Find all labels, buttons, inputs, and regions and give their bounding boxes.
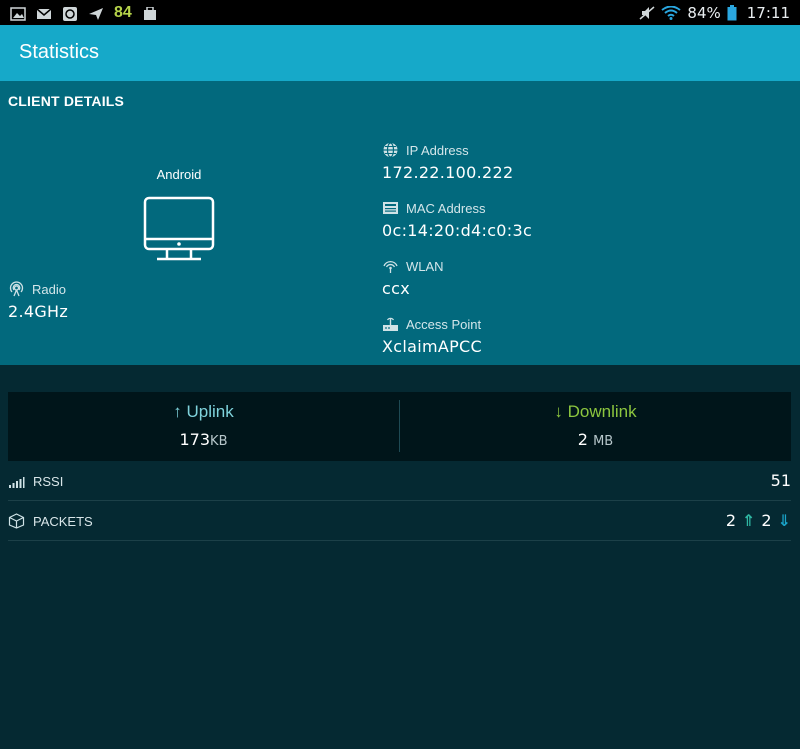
battery-percent: 84%	[687, 3, 721, 22]
uplink-label: ↑ Uplink	[173, 402, 234, 421]
packets-value: 2 ⇑ 2 ⇓	[726, 511, 791, 530]
uplink-arrow-icon: ↑	[173, 402, 182, 421]
wifi-icon	[661, 5, 682, 20]
downlink-label: ↓ Downlink	[554, 402, 637, 421]
access-point-field: Access Point XclaimAPCC	[382, 316, 482, 357]
radio-antenna-icon	[8, 281, 25, 297]
packets-down-arrow-icon: ⇓	[777, 511, 791, 530]
ip-address-label: IP Address	[406, 142, 469, 158]
access-point-value: XclaimAPCC	[382, 337, 482, 356]
wlan-signal-icon	[382, 258, 399, 274]
section-title: CLIENT DETAILS	[8, 93, 125, 109]
device-name: Android	[156, 167, 202, 182]
radio-field: Radio 2.4GHz	[8, 281, 68, 321]
packets-up-arrow-icon: ⇑	[742, 511, 756, 530]
downlink-stat: ↓ Downlink 2 MB	[400, 392, 791, 461]
bag-icon	[142, 5, 158, 20]
status-bar-notifications: 84	[10, 0, 158, 25]
signal-bars-icon	[8, 473, 25, 489]
status-bar: 84 84% 17:11	[0, 0, 800, 25]
downlink-arrow-icon: ↓	[554, 402, 563, 421]
uplink-value: 173KB	[179, 430, 228, 449]
uplink-stat: ↑ Uplink 173KB	[8, 392, 399, 461]
packets-row: PACKETS 2 ⇑ 2 ⇓	[8, 502, 791, 541]
app-bar: Statistics	[0, 25, 800, 81]
mute-icon	[639, 5, 655, 20]
status-bar-system: 84% 17:11	[639, 0, 790, 25]
mac-address-value: 0c:14:20:d4:c0:3c	[382, 221, 533, 240]
gmail-icon	[36, 6, 52, 20]
radio-value: 2.4GHz	[8, 302, 69, 321]
router-icon	[382, 316, 399, 332]
gallery-icon	[10, 6, 26, 21]
rssi-row: RSSI 51	[8, 462, 791, 501]
access-point-label: Access Point	[406, 316, 482, 332]
throughput-panel: ↑ Uplink 173KB ↓ Downlink 2 MB	[8, 392, 791, 461]
monitor-icon	[141, 195, 217, 263]
rssi-value: 51	[770, 471, 791, 490]
ip-address-value: 172.22.100.222	[382, 163, 514, 182]
battery-icon	[727, 4, 737, 21]
wlan-label: WLAN	[406, 258, 444, 274]
packets-sent: 2	[725, 511, 736, 530]
mac-address-label: MAC Address	[406, 200, 486, 216]
clock: 17:11	[746, 3, 790, 22]
sync-app-icon	[62, 6, 78, 21]
notification-count: 84	[114, 3, 132, 21]
rssi-label: RSSI	[33, 473, 64, 489]
packets-received: 2	[761, 511, 772, 530]
wlan-field: WLAN ccx	[382, 258, 444, 299]
client-details-panel: CLIENT DETAILS Android Radio 2.4GHz IP A…	[0, 81, 800, 365]
page-title: Statistics	[19, 41, 100, 63]
ip-address-field: IP Address 172.22.100.222	[382, 142, 513, 182]
downlink-unit: MB	[593, 434, 614, 449]
mac-address-field: MAC Address 0c:14:20:d4:c0:3c	[382, 200, 533, 241]
uplink-unit: KB	[210, 434, 228, 449]
package-icon	[8, 513, 25, 529]
packets-label: PACKETS	[33, 513, 93, 529]
send-icon	[88, 6, 104, 20]
downlink-value: 2 MB	[577, 430, 614, 449]
globe-icon	[382, 142, 399, 158]
wlan-value: ccx	[382, 279, 410, 298]
radio-label: Radio	[32, 281, 66, 297]
network-card-icon	[382, 200, 399, 216]
